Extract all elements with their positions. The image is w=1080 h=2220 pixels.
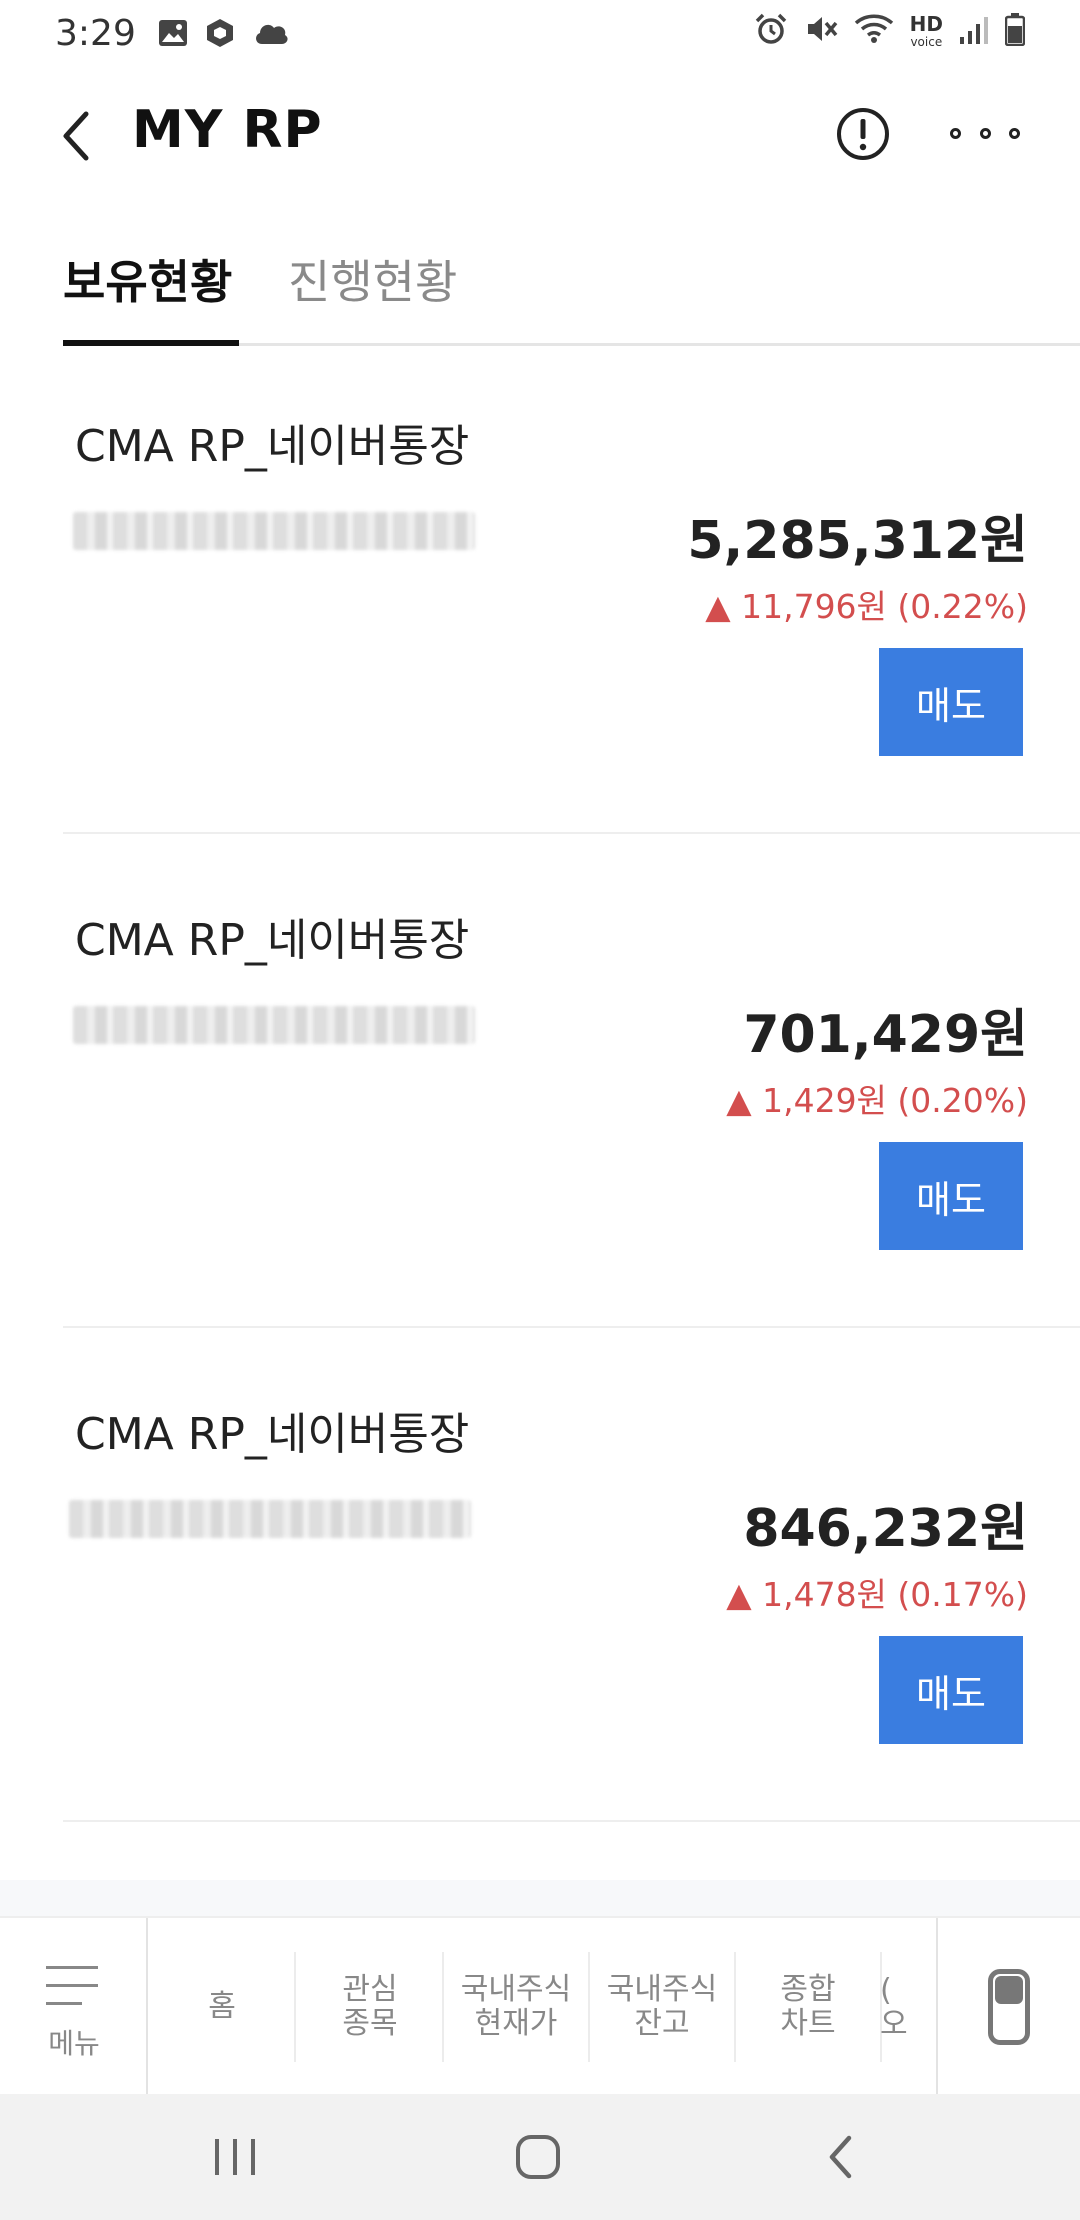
toggle-icon [988,1969,1030,2045]
tab-bar: 보유현황 진행현황 [63,230,1080,346]
holding-amount: 5,285,312원 [687,511,1028,571]
holding-amount: 846,232원 [743,1499,1028,1559]
masked-account-number [73,512,475,550]
gallery-icon [158,19,188,47]
nav-item-domestic-price[interactable]: 국내주식 현재가 [444,1952,590,2062]
info-icon [837,108,889,160]
holding-card: CMA RP_네이버통장 846,232원 ▲ 1,478원 (0.17%) 매… [63,1328,1080,1822]
chevron-left-icon [63,111,89,161]
status-right-icons: HD voice [754,12,1026,55]
system-back-button[interactable] [810,2130,870,2184]
signal-icon [959,13,989,54]
system-nav-bar [0,2094,1080,2220]
box-icon [204,17,236,49]
holding-name: CMA RP_네이버통장 [75,1409,470,1460]
nav-item-home[interactable]: 홈 [150,1952,296,2062]
holding-card: CMA RP_네이버통장 701,429원 ▲ 1,429원 (0.20%) 매… [63,834,1080,1328]
holding-amount: 701,429원 [743,1005,1028,1065]
nav-item-domestic-balance[interactable]: 국내주식 잔고 [590,1952,736,2062]
masked-account-number [73,1006,475,1044]
mute-icon [804,12,838,55]
tab-holdings[interactable]: 보유현황 [63,246,232,312]
tab-progress[interactable]: 진행현황 [288,246,457,312]
home-icon [516,2135,560,2179]
back-button[interactable] [50,106,100,166]
nav-item-chart[interactable]: 종합 차트 [736,1952,882,2062]
menu-label: 메뉴 [48,2027,100,2060]
sell-button[interactable]: 매도 [879,648,1023,756]
hamburger-icon [46,1966,98,2006]
app-header: MY RP [0,66,1080,206]
nav-toggle-button[interactable] [936,1918,1080,2096]
bottom-nav: 메뉴 홈 관심 종목 국내주식 현재가 국내주식 잔고 종합 차트 ( 오 [0,1916,1080,2096]
holding-change: ▲ 11,796원 (0.22%) [705,587,1028,626]
status-bar: 3:29 HD voice [0,0,1080,66]
more-icon [950,127,961,139]
holding-change: ▲ 1,429원 (0.20%) [726,1081,1028,1120]
holding-name: CMA RP_네이버통장 [75,915,470,966]
masked-account-number [69,1500,471,1538]
back-icon [829,2135,852,2179]
home-button[interactable] [508,2130,568,2184]
nav-item-watchlist[interactable]: 관심 종목 [298,1952,444,2062]
sell-button[interactable]: 매도 [879,1142,1023,1250]
holding-card: CMA RP_네이버통장 5,285,312원 ▲ 11,796원 (0.22%… [63,340,1080,834]
sell-button[interactable]: 매도 [879,1636,1023,1744]
nav-item-partial[interactable]: ( 오 [880,1952,935,2062]
cloud-icon [252,19,290,47]
wifi-icon [854,13,894,54]
status-time: 3:29 [55,12,136,54]
alarm-icon [754,12,788,55]
hd-voice-icon: HD voice [909,12,943,49]
holding-name: CMA RP_네이버통장 [75,421,470,472]
section-gap [0,1880,1080,1916]
info-button[interactable] [835,106,891,162]
holding-change: ▲ 1,478원 (0.17%) [726,1575,1028,1614]
more-button[interactable] [950,118,1020,148]
recent-apps-button[interactable] [205,2130,265,2184]
battery-icon [1004,12,1026,55]
recent-apps-icon [215,2139,255,2175]
page-title: MY RP [132,100,323,160]
menu-button[interactable]: 메뉴 [0,1918,148,2096]
